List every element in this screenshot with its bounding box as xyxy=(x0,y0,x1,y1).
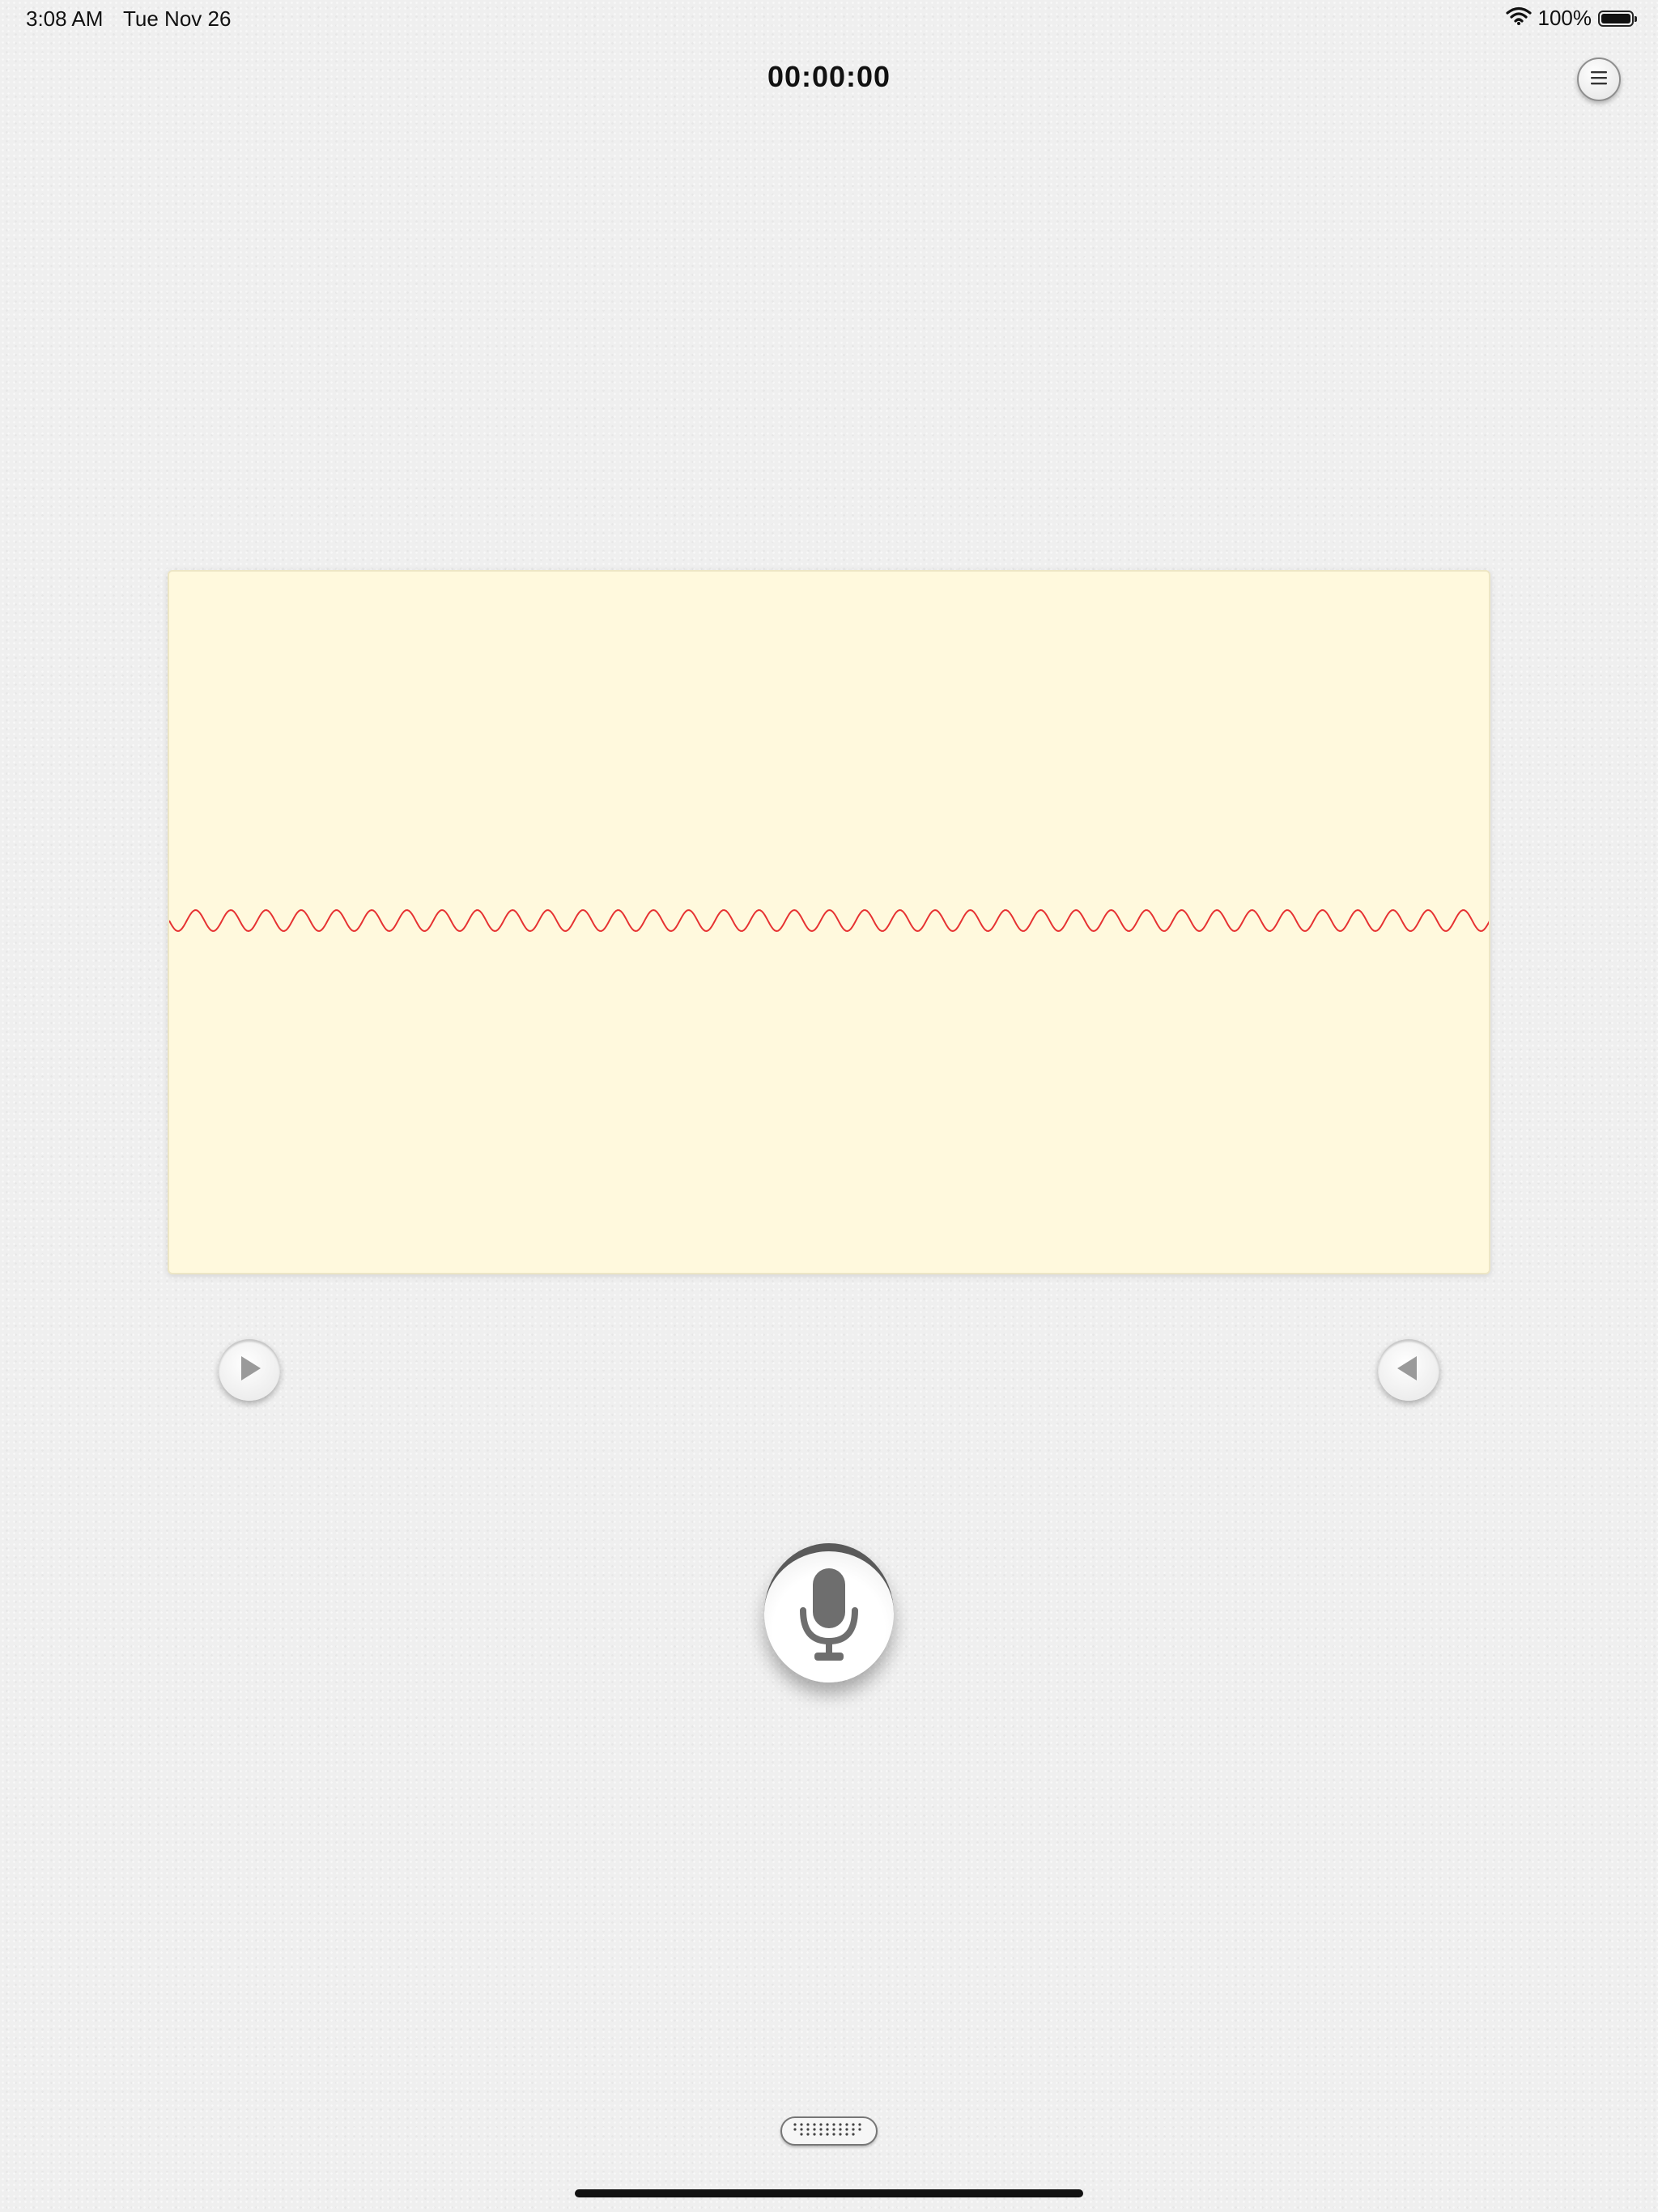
status-date: Tue Nov 26 xyxy=(123,6,232,31)
keyboard-key-dot xyxy=(858,2127,861,2131)
keyboard-key-dot xyxy=(845,2122,848,2126)
battery-percent: 100% xyxy=(1537,6,1592,30)
battery-icon xyxy=(1598,10,1637,27)
keyboard-key-dot xyxy=(819,2127,823,2131)
keyboard-key-dot xyxy=(806,2127,810,2131)
waveform-graph xyxy=(169,908,1489,933)
keyboard-key-dot xyxy=(832,2122,835,2126)
home-indicator[interactable] xyxy=(575,2189,1083,2197)
status-time: 3:08 AM xyxy=(26,6,104,31)
keyboard-key-dot xyxy=(858,2122,861,2126)
keyboard-key-dot xyxy=(852,2122,855,2126)
keyboard-key-dot xyxy=(793,2127,797,2131)
keyboard-key-dot xyxy=(852,2127,855,2131)
keyboard-key-dot xyxy=(845,2132,848,2136)
keyboard-key-dot xyxy=(819,2132,823,2136)
keyboard-key-dot xyxy=(806,2122,810,2126)
play-right-icon xyxy=(236,1355,262,1386)
keyboard-key-dot xyxy=(852,2132,855,2136)
keyboard-key-dot xyxy=(839,2122,842,2126)
keyboard-key-dot xyxy=(813,2122,816,2126)
record-button[interactable] xyxy=(764,1543,894,1682)
keyboard-toggle-button[interactable] xyxy=(780,2116,878,2146)
keyboard-key-dot xyxy=(839,2127,842,2131)
battery-fill xyxy=(1601,13,1630,23)
keyboard-key-dot xyxy=(839,2132,842,2136)
microphone-icon xyxy=(795,1565,863,1670)
menu-button[interactable] xyxy=(1577,57,1621,101)
keyboard-key-dot xyxy=(832,2127,835,2131)
play-left-button[interactable] xyxy=(1378,1339,1439,1401)
recording-timer: 00:00:00 xyxy=(767,60,891,93)
keyboard-key-dot xyxy=(845,2127,848,2131)
waveform-line xyxy=(169,908,1489,933)
keyboard-key-dot xyxy=(800,2127,803,2131)
keyboard-key-dot xyxy=(793,2122,797,2126)
keyboard-key-dot xyxy=(806,2132,810,2136)
keyboard-key-dot xyxy=(800,2132,803,2136)
keyboard-key-dot xyxy=(819,2122,823,2126)
status-bar: 3:08 AM Tue Nov 26 100% xyxy=(0,0,1658,39)
list-menu-icon xyxy=(1588,68,1609,91)
keyboard-icon xyxy=(790,2121,868,2142)
keyboard-key-dot xyxy=(826,2127,829,2131)
keyboard-key-dot xyxy=(813,2127,816,2131)
play-left-icon xyxy=(1396,1355,1422,1386)
play-right-button[interactable] xyxy=(219,1339,280,1401)
keyboard-key-dot xyxy=(800,2122,803,2126)
keyboard-key-dot xyxy=(826,2132,829,2136)
status-right: 100% xyxy=(1505,6,1637,31)
waveform-panel xyxy=(168,570,1490,1274)
keyboard-key-dot xyxy=(813,2132,816,2136)
keyboard-key-dot xyxy=(826,2122,829,2126)
keyboard-key-dot xyxy=(832,2132,835,2136)
wifi-icon xyxy=(1505,6,1532,30)
